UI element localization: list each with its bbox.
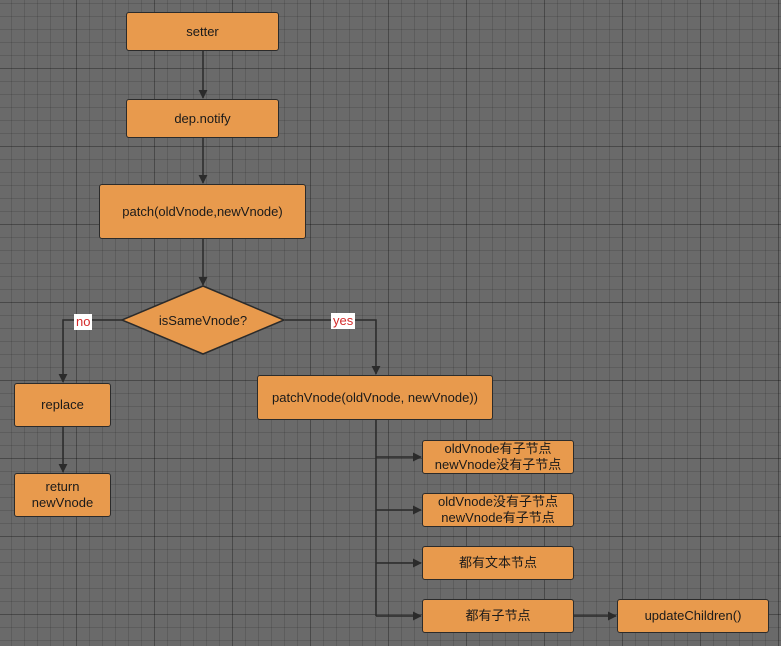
- return-node: return newVnode: [14, 473, 111, 517]
- no-label: no: [74, 314, 93, 330]
- patch-node: patch(oldVnode,newVnode): [99, 184, 306, 239]
- case2-line1: oldVnode没有子节点: [438, 494, 558, 509]
- case4-label: 都有子节点: [465, 608, 531, 623]
- dep-notify-label: dep.notify: [174, 110, 231, 126]
- update-children-label: updateChildren(): [644, 608, 742, 623]
- decision-label: isSameVnode?: [158, 312, 248, 328]
- replace-node: replace: [14, 383, 111, 427]
- arrow-no-branch: [58, 319, 122, 383]
- return-label-line2: newVnode: [31, 495, 94, 510]
- patch-label: patch(oldVnode,newVnode): [122, 203, 283, 219]
- case3-label: 都有文本节点: [458, 555, 537, 570]
- case-new-has-children-node: oldVnode没有子节点 newVnode有子节点: [422, 493, 574, 527]
- yes-label: yes: [331, 313, 356, 329]
- dep-notify-node: dep.notify: [126, 99, 279, 138]
- case-old-has-children-node: oldVnode有子节点 newVnode没有子节点: [422, 440, 574, 474]
- return-label-line1: return: [45, 479, 80, 494]
- patch-vnode-label: patchVnode(oldVnode, newVnode)): [272, 389, 478, 405]
- replace-label: replace: [41, 397, 84, 412]
- case-both-text-node: 都有文本节点: [422, 546, 574, 580]
- connectors: [58, 51, 617, 621]
- case2-line2: newVnode有子节点: [441, 510, 555, 525]
- setter-label: setter: [186, 23, 219, 39]
- setter-node: setter: [126, 12, 279, 51]
- patch-vnode-node: patchVnode(oldVnode, newVnode)): [257, 375, 493, 420]
- update-children-node: updateChildren(): [617, 599, 769, 633]
- case-both-children-node: 都有子节点: [422, 599, 574, 633]
- case1-line1: oldVnode有子节点: [444, 441, 552, 456]
- case1-line2: newVnode没有子节点: [434, 457, 562, 472]
